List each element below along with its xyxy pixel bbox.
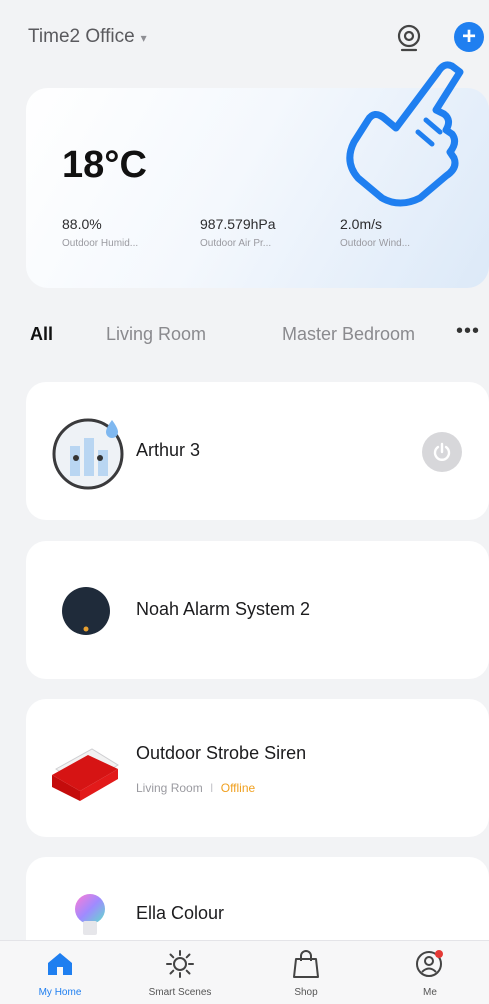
user-icon [416, 950, 443, 977]
device-name: Ella Colour [136, 903, 225, 923]
tab-master-bedroom[interactable]: Master Bedroom [282, 324, 452, 345]
strobe-siren-icon [52, 748, 119, 801]
device-card-arthur-3[interactable]: Arthur 3 [26, 382, 489, 520]
device-name: Noah Alarm System 2 [136, 599, 311, 619]
nav-my-home[interactable]: My Home [10, 949, 110, 998]
air-pressure-value: 987.579hPa [200, 216, 276, 232]
nav-smart-scenes[interactable]: Smart Scenes [130, 949, 230, 998]
home-selector[interactable]: Time2 Office ▾ [28, 26, 147, 48]
chevron-down-icon: ▾ [140, 31, 147, 45]
shopping-bag-icon [293, 950, 319, 978]
home-icon [48, 953, 72, 975]
nav-label: Me [423, 987, 437, 998]
tab-all[interactable]: All [30, 324, 53, 345]
alarm-hub-icon [62, 587, 110, 635]
wind-value: 2.0m/s [340, 216, 383, 232]
nav-me[interactable]: Me [380, 949, 480, 998]
thermostat-icon [52, 418, 124, 490]
more-tabs-button[interactable]: ••• [456, 320, 480, 343]
device-name: Outdoor Strobe Siren [136, 743, 307, 763]
bottom-nav: My Home Smart Scenes Shop Me [0, 940, 489, 1004]
power-icon [433, 442, 451, 461]
offline-status: Offline [220, 781, 256, 795]
power-button[interactable] [422, 432, 462, 472]
temperature-value: 18°C [62, 144, 147, 186]
air-pressure-label: Outdoor Air Pr... [200, 238, 272, 249]
light-bulb-icon [75, 894, 105, 935]
home-name: Time2 Office [28, 26, 135, 47]
plus-icon: + [461, 23, 476, 50]
sun-icon [166, 950, 194, 978]
humidity-stat: 88.0% Outdoor Humid... [62, 216, 138, 249]
tab-living-room[interactable]: Living Room [106, 324, 206, 345]
nav-label: Smart Scenes [148, 987, 212, 998]
humidity-label: Outdoor Humid... [62, 238, 139, 249]
device-status-line: Living Room I Offline [136, 781, 255, 795]
device-name: Arthur 3 [136, 440, 201, 460]
device-card-noah-alarm-system-2[interactable]: Noah Alarm System 2 [26, 541, 489, 679]
camera-button[interactable] [393, 22, 425, 54]
air-pressure-stat: 987.579hPa Outdoor Air Pr... [200, 216, 276, 249]
separator: I [210, 781, 214, 795]
nav-label: Shop [294, 987, 318, 998]
device-card-outdoor-strobe-siren[interactable]: Outdoor Strobe Siren Living Room I Offli… [26, 699, 489, 837]
wind-stat: 2.0m/s Outdoor Wind... [340, 216, 410, 249]
nav-label: My Home [38, 987, 82, 998]
camera-icon [397, 24, 421, 52]
wind-label: Outdoor Wind... [340, 238, 411, 249]
humidity-value: 88.0% [62, 216, 102, 232]
nav-shop[interactable]: Shop [256, 949, 356, 998]
pointing-hand-icon [346, 61, 464, 207]
device-room: Living Room [136, 781, 203, 795]
room-tabs: All Living Room Master Bedroom ••• [0, 318, 489, 358]
add-device-button[interactable]: + [454, 22, 484, 52]
